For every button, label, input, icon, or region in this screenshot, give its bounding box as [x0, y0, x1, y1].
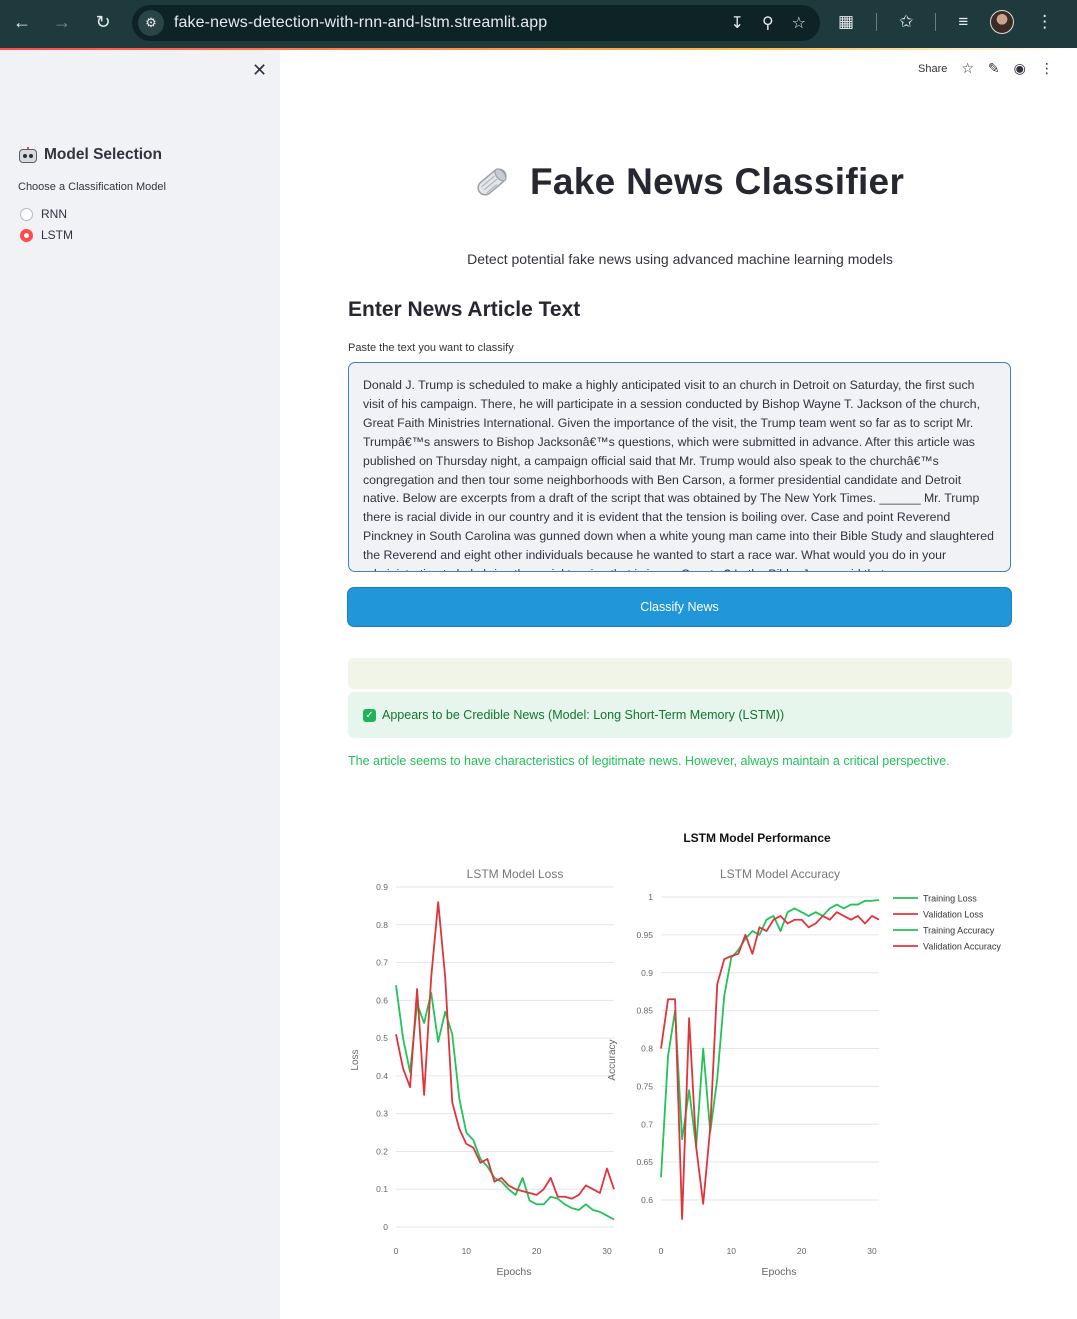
install-app-icon[interactable]: ↧: [731, 13, 744, 33]
app-toolbar: Share ☆ ✎ ◉ ⋮: [918, 60, 1054, 77]
y-tick-label: 0.4: [376, 1071, 388, 1081]
sidebar-title: Model Selection: [18, 146, 162, 164]
x-axis-label: Epochs: [496, 1266, 531, 1278]
classify-news-button[interactable]: Classify News: [347, 587, 1012, 627]
toolbar-divider: [876, 13, 878, 31]
sidebar-title-text: Model Selection: [44, 146, 162, 163]
x-tick-label: 0: [394, 1246, 399, 1256]
y-tick-label: 0.7: [376, 958, 388, 968]
y-tick-label: 0.8: [641, 1044, 653, 1054]
y-tick-label: 0.1: [376, 1184, 388, 1194]
result-label: Appears to be Credible News (Model: Long…: [382, 708, 785, 722]
legend-entry: Validation Loss: [923, 910, 984, 920]
y-tick-label: 0.9: [376, 882, 388, 892]
x-tick-label: 20: [797, 1246, 807, 1256]
y-tick-label: 0.6: [376, 995, 388, 1005]
y-tick-label: 0.6: [641, 1195, 653, 1205]
main-menu-icon[interactable]: ⋮: [1040, 60, 1054, 77]
series-line-training-accuracy: [660, 899, 880, 1178]
profile-avatar[interactable]: [990, 10, 1015, 34]
rolled-newspaper-icon: [477, 168, 507, 196]
x-tick-label: 0: [659, 1246, 664, 1256]
edit-pencil-icon[interactable]: ✎: [988, 60, 1000, 77]
result-success-alert: ✓ Appears to be Credible News (Model: Lo…: [348, 692, 1012, 738]
browser-menu-icon[interactable]: ⋮: [1036, 12, 1053, 32]
radio-option-label: LSTM: [41, 228, 74, 242]
toolbar-divider: [935, 13, 937, 31]
y-tick-label: 0.95: [636, 930, 653, 940]
x-axis-label: Epochs: [761, 1266, 796, 1278]
github-icon[interactable]: ◉: [1014, 60, 1026, 77]
zoom-icon[interactable]: ⚲: [762, 13, 774, 33]
x-tick-label: 30: [602, 1246, 612, 1256]
bookmark-star-icon[interactable]: ☆: [792, 13, 806, 33]
back-arrow-icon[interactable]: ←: [8, 8, 36, 36]
y-tick-label: 0: [383, 1222, 388, 1232]
x-tick-label: 10: [462, 1246, 472, 1256]
empty-status-box: [348, 658, 1012, 689]
bookmarks-star-icon[interactable]: ✩: [899, 12, 913, 32]
site-info-icon[interactable]: ⚙: [138, 10, 164, 36]
media-playlist-icon[interactable]: ≡: [958, 12, 968, 32]
radio-button-selected[interactable]: [20, 228, 33, 242]
series-line-validation-loss: [395, 901, 615, 1200]
y-tick-label: 0.75: [636, 1081, 653, 1091]
performance-chart: LSTM Model Performance LSTM Model Loss 0 0.…: [330, 820, 1030, 1290]
section-heading: Enter News Article Text: [348, 298, 581, 321]
forward-arrow-icon[interactable]: →: [48, 8, 76, 36]
share-button[interactable]: Share: [918, 63, 947, 75]
subplot-title: LSTM Model Accuracy: [720, 867, 840, 881]
sidebar: ✕ Model Selection Choose a Classificatio…: [0, 50, 280, 1319]
browser-toolbar: ← → ↻ ⚙ fake-news-detection-with-rnn-and…: [0, 0, 1077, 48]
page-subtitle: Detect potential fake news using advance…: [467, 251, 893, 267]
y-tick-label: 0.7: [641, 1119, 653, 1129]
radio-option-rnn[interactable]: RNN: [20, 207, 67, 221]
y-tick-label: 0.5: [376, 1033, 388, 1043]
y-tick-label: 0.9: [641, 968, 653, 978]
result-note: The article seems to have characteristic…: [348, 754, 950, 768]
robot-icon: [18, 146, 38, 164]
y-tick-label: 0.8: [376, 920, 388, 930]
y-tick-label: 0.65: [636, 1157, 653, 1167]
check-mark-icon: ✓: [363, 708, 376, 722]
model-radio-label: Choose a Classification Model: [18, 181, 166, 193]
chart-suptitle: LSTM Model Performance: [683, 831, 831, 845]
url-text[interactable]: fake-news-detection-with-rnn-and-lstm.st…: [174, 14, 547, 32]
radio-option-label: RNN: [41, 207, 67, 221]
y-tick-label: 1: [648, 892, 653, 902]
legend-entry: Training Accuracy: [923, 926, 995, 936]
legend-entry: Validation Accuracy: [923, 942, 1001, 952]
page-title-text: Fake News Classifier: [530, 161, 905, 202]
y-tick-label: 0.2: [376, 1146, 388, 1156]
x-tick-label: 20: [532, 1246, 542, 1256]
favorite-star-icon[interactable]: ☆: [961, 60, 974, 77]
reload-icon[interactable]: ↻: [89, 8, 117, 36]
radio-button[interactable]: [20, 207, 33, 221]
address-bar[interactable]: ⚙ fake-news-detection-with-rnn-and-lstm.…: [132, 5, 820, 41]
y-tick-label: 0.85: [636, 1006, 653, 1016]
y-tick-label: 0.3: [376, 1109, 388, 1119]
legend-entry: Training Loss: [923, 894, 977, 904]
series-line-validation-accuracy: [660, 911, 880, 1220]
y-axis-label: Accuracy: [607, 1039, 618, 1080]
page-title: Fake News Classifier: [470, 160, 904, 204]
close-sidebar-icon[interactable]: ✕: [252, 60, 267, 81]
article-input-label: Paste the text you want to classify: [348, 342, 514, 354]
performance-chart-svg: LSTM Model Performance LSTM Model Loss 0 0.…: [350, 831, 1001, 1278]
extensions-icon[interactable]: ▦: [838, 12, 854, 32]
subplot-title: LSTM Model Loss: [467, 867, 564, 881]
x-tick-label: 10: [727, 1246, 737, 1256]
x-tick-label: 30: [867, 1246, 877, 1256]
radio-option-lstm[interactable]: LSTM: [20, 228, 73, 242]
y-axis-label: Loss: [350, 1049, 361, 1070]
article-textarea[interactable]: Donald J. Trump is scheduled to make a h…: [348, 362, 1011, 572]
